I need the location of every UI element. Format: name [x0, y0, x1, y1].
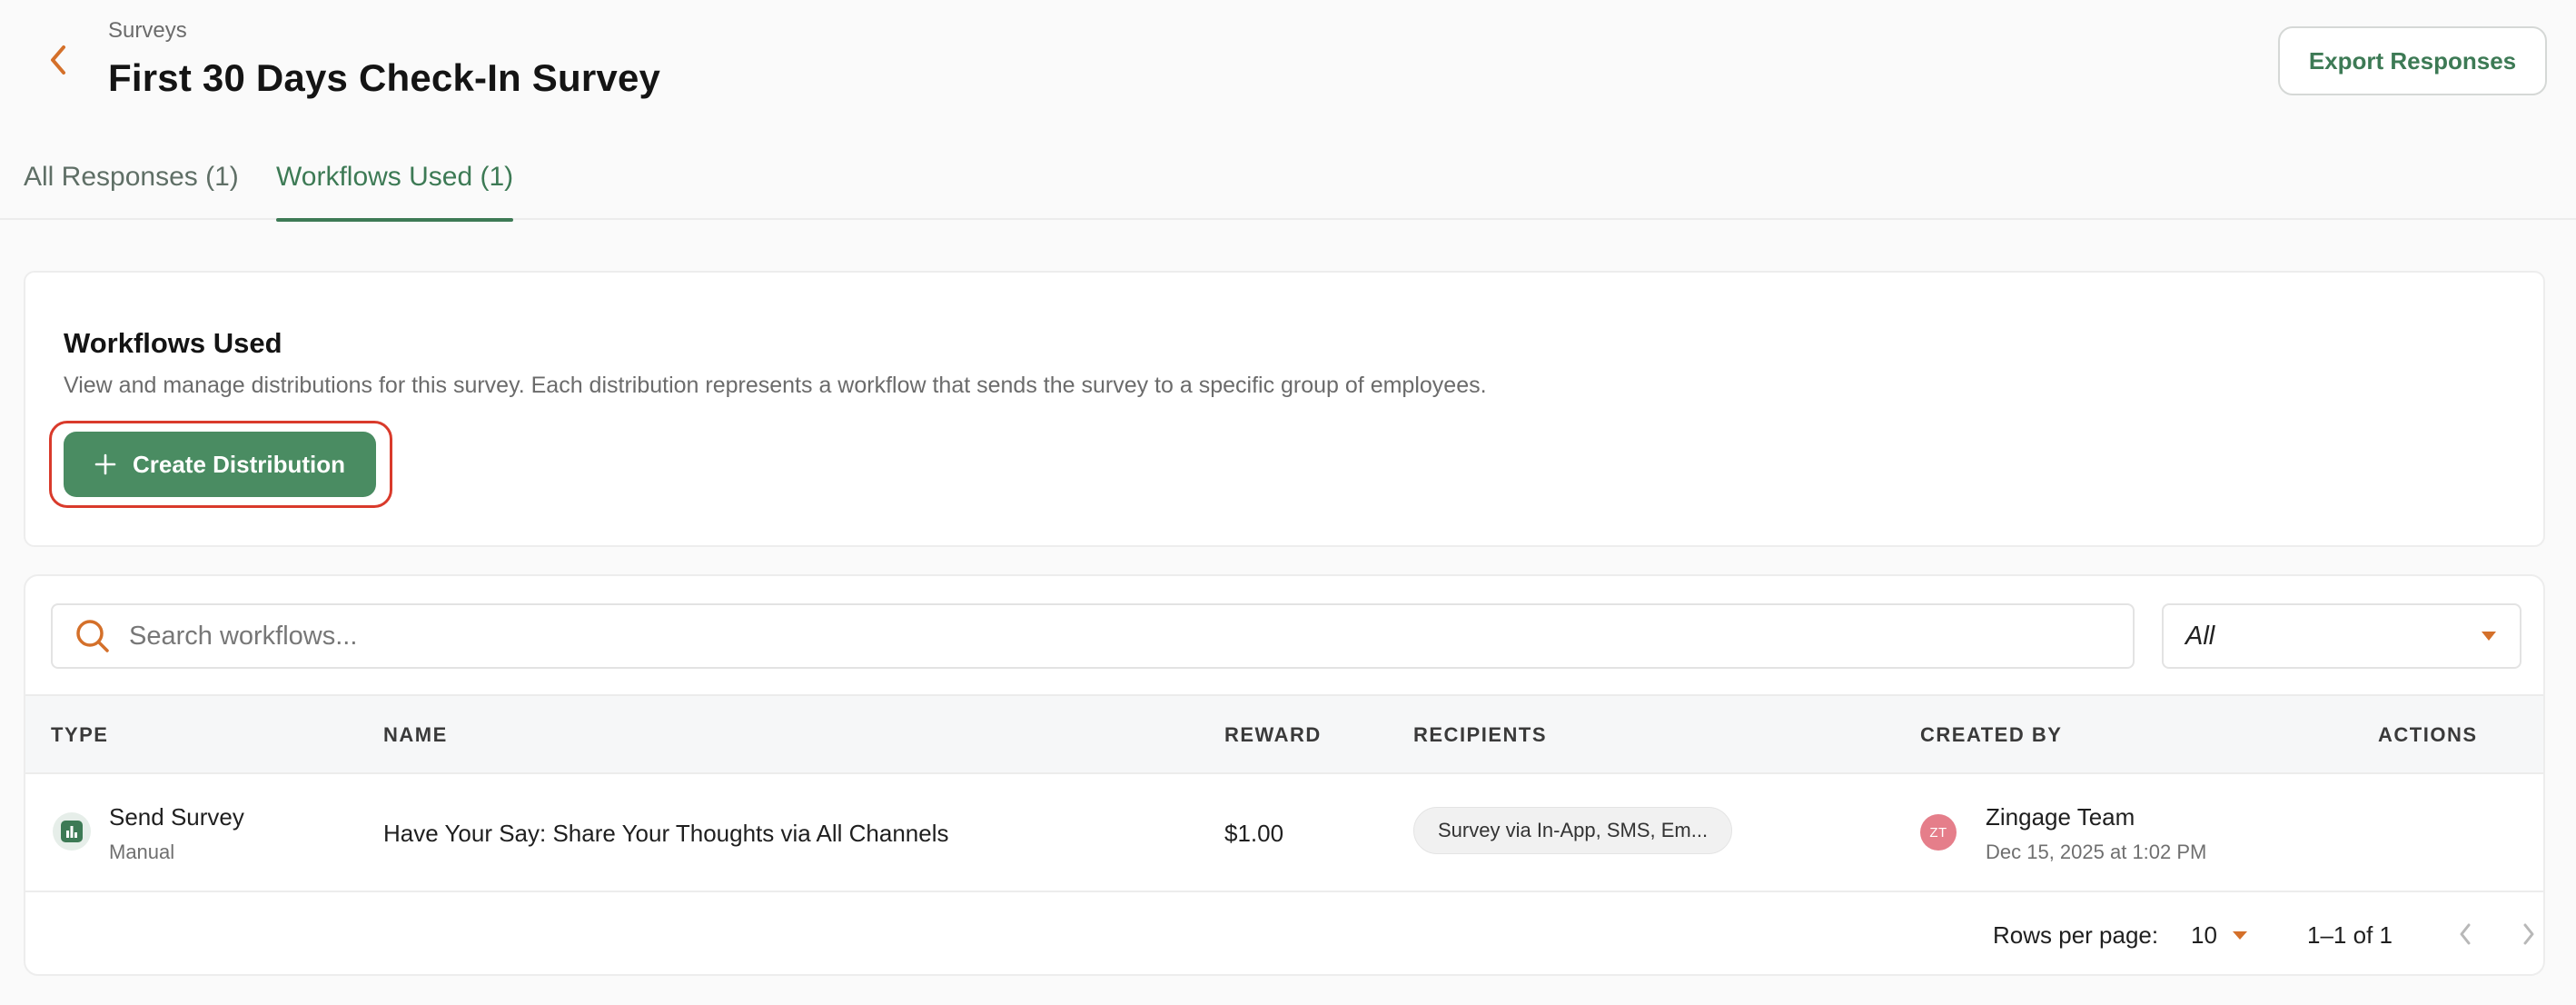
tab-workflows-used[interactable]: Workflows Used (1) — [276, 145, 514, 222]
workflows-info-card: Workflows Used View and manage distribut… — [24, 271, 2545, 547]
avatar: ZT — [1920, 814, 1957, 851]
chevron-left-icon — [2460, 923, 2471, 945]
type-filter-select[interactable]: All — [2162, 603, 2522, 669]
column-header-actions: ACTIONS — [2378, 723, 2478, 746]
previous-page-button[interactable] — [2447, 916, 2483, 952]
rows-per-page-select[interactable]: 10 — [2191, 914, 2264, 956]
row-reward: $1.00 — [1224, 820, 1284, 847]
row-type: Send Survey — [109, 803, 244, 831]
tab-bar: All Responses (1) Workflows Used (1) — [0, 145, 2576, 222]
workflows-table-card: All TYPE NAME REWARD RECIPIENTS CREATED … — [24, 574, 2545, 976]
row-created-date: Dec 15, 2025 at 1:02 PM — [1986, 841, 2207, 863]
next-page-button[interactable] — [2511, 916, 2543, 952]
breadcrumb[interactable]: Surveys — [108, 18, 187, 44]
column-header-name[interactable]: NAME — [383, 696, 448, 774]
row-creator-name: Zingage Team — [1986, 803, 2135, 831]
export-responses-button[interactable]: Export Responses — [2278, 26, 2547, 95]
page-title: First 30 Days Check-In Survey — [108, 56, 661, 99]
page-header: Surveys First 30 Days Check-In Survey Ex… — [0, 0, 2576, 123]
search-icon — [76, 620, 109, 652]
caret-down-icon — [2232, 930, 2247, 940]
search-input[interactable] — [129, 621, 2127, 652]
table-row[interactable]: Send Survey Manual Have Your Say: Share … — [25, 774, 2543, 892]
tab-all-responses[interactable]: All Responses (1) — [24, 145, 239, 220]
column-header-recipients[interactable]: RECIPIENTS — [1413, 696, 1547, 774]
row-type-subtitle: Manual — [109, 841, 175, 863]
column-header-created-by[interactable]: CREATED BY — [1920, 696, 2062, 774]
recipients-chip: Survey via In-App, SMS, Em... — [1413, 807, 1733, 854]
section-description: View and manage distributions for this s… — [64, 373, 1487, 398]
chevron-left-icon — [51, 45, 65, 75]
rows-per-page-label: Rows per page: — [1993, 921, 2159, 949]
caret-down-icon — [2482, 632, 2496, 641]
rows-per-page-value: 10 — [2191, 920, 2217, 949]
create-distribution-button[interactable]: Create Distribution — [64, 432, 376, 497]
table-header: TYPE NAME REWARD RECIPIENTS CREATED BY A… — [25, 694, 2543, 774]
create-distribution-label: Create Distribution — [132, 450, 346, 478]
column-header-type[interactable]: TYPE — [51, 696, 108, 774]
back-button[interactable] — [40, 40, 76, 80]
row-workflow-name: Have Your Say: Share Your Thoughts via A… — [383, 820, 949, 847]
plus-icon — [94, 453, 116, 475]
section-title: Workflows Used — [64, 327, 282, 359]
pagination-bar: Rows per page: 10 1–1 of 1 — [25, 892, 2543, 974]
pagination-range: 1–1 of 1 — [2307, 921, 2393, 949]
bar-chart-icon — [53, 812, 91, 851]
chevron-right-icon — [2523, 923, 2534, 945]
column-header-reward[interactable]: REWARD — [1224, 696, 1322, 774]
search-box[interactable] — [51, 603, 2135, 669]
filter-selected-value: All — [2185, 621, 2215, 651]
